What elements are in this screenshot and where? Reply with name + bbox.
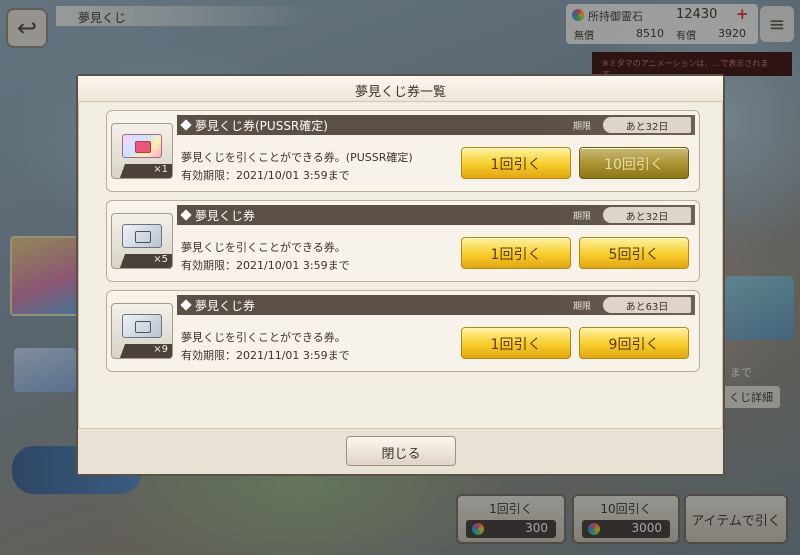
close-button[interactable]: 閉じる: [346, 436, 456, 466]
diamond-icon: [180, 119, 192, 131]
ticket-name: 夢見くじ券: [195, 209, 256, 223]
period-remaining: あと32日: [603, 207, 691, 223]
period-label: 期限: [572, 212, 591, 222]
draw-multi-button[interactable]: 9回引く: [579, 327, 689, 359]
special-ticket-icon: [122, 134, 162, 158]
ticket-thumbnail: ×5: [111, 213, 173, 269]
ticket-card: ×1 夢見くじ券(PUSSR確定) 期限 あと32日 夢見くじを引くことができる…: [106, 110, 700, 192]
ticket-icon: [122, 224, 162, 248]
modal-title: 夢見くじ券一覧: [78, 76, 723, 102]
ticket-description: 夢見くじを引くことができる券。: [181, 241, 346, 254]
draw-multi-button[interactable]: 5回引く: [579, 237, 689, 269]
draw-multi-button-disabled: 10回引く: [579, 147, 689, 179]
draw-once-button[interactable]: 1回引く: [461, 327, 571, 359]
ticket-thumbnail: ×9: [111, 303, 173, 359]
ticket-icon: [122, 314, 162, 338]
ticket-expiry: 有効期限：2021/10/01 3:59まで: [181, 169, 350, 182]
ticket-description: 夢見くじを引くことができる券。(PUSSR確定): [181, 151, 413, 164]
ticket-count: ×9: [112, 344, 172, 358]
diamond-icon: [180, 299, 192, 311]
ticket-name: 夢見くじ券: [195, 299, 256, 313]
ticket-expiry: 有効期限：2021/10/01 3:59まで: [181, 259, 350, 272]
ticket-name: 夢見くじ券(PUSSR確定): [195, 119, 328, 133]
ticket-description: 夢見くじを引くことができる券。: [181, 331, 346, 344]
ticket-list: ×1 夢見くじ券(PUSSR確定) 期限 あと32日 夢見くじを引くことができる…: [106, 110, 700, 380]
ticket-card: ×5 夢見くじ券 期限 あと32日 夢見くじを引くことができる券。 有効期限：2…: [106, 200, 700, 282]
ticket-title-bar: 夢見くじ券 期限 あと32日: [177, 205, 695, 225]
ticket-title-bar: 夢見くじ券 期限 あと63日: [177, 295, 695, 315]
period-remaining: あと32日: [603, 117, 691, 133]
modal-footer: 閉じる: [78, 428, 723, 474]
period-remaining: あと63日: [603, 297, 691, 313]
ticket-count: ×1: [112, 164, 172, 178]
period-label: 期限: [572, 122, 591, 132]
draw-once-button[interactable]: 1回引く: [461, 147, 571, 179]
diamond-icon: [180, 209, 192, 221]
ticket-thumbnail: ×1: [111, 123, 173, 179]
draw-once-button[interactable]: 1回引く: [461, 237, 571, 269]
ticket-list-modal: 夢見くじ券一覧 ×1 夢見くじ券(PUSSR確定) 期限 あと32日 夢見くじを…: [76, 74, 725, 476]
period-label: 期限: [572, 302, 591, 312]
ticket-card: ×9 夢見くじ券 期限 あと63日 夢見くじを引くことができる券。 有効期限：2…: [106, 290, 700, 372]
ticket-expiry: 有効期限：2021/11/01 3:59まで: [181, 349, 350, 362]
ticket-count: ×5: [112, 254, 172, 268]
ticket-title-bar: 夢見くじ券(PUSSR確定) 期限 あと32日: [177, 115, 695, 135]
